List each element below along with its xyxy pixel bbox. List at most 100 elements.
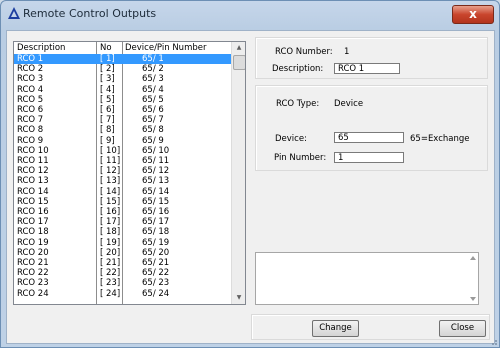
list-item[interactable]: RCO 6 [ 6] 65/ 6	[14, 105, 231, 115]
list-item-device-pin: 65/ 5	[142, 94, 164, 105]
list-item-number: [ 18]	[100, 227, 121, 238]
list-item-number: [ 16]	[100, 207, 121, 217]
list-item[interactable]: RCO 20 [ 20] 65/ 20	[14, 248, 231, 258]
list-item[interactable]: RCO 18 [ 18] 65/ 18	[14, 227, 231, 237]
list-item-description: RCO 7	[17, 115, 44, 126]
list-item[interactable]: RCO 19 [ 19] 65/ 19	[14, 238, 231, 248]
change-button[interactable]: Change	[312, 320, 359, 337]
list-item-description: RCO 9	[17, 135, 44, 146]
list-item-description: RCO 2	[17, 64, 44, 75]
list-item-description: RCO 8	[17, 125, 44, 136]
list-scrollbar[interactable]: ▲ ▼	[231, 42, 245, 304]
list-item-device-pin: 65/ 20	[142, 247, 170, 258]
column-header-description[interactable]: Description	[17, 43, 65, 53]
list-item-number: [ 21]	[100, 258, 121, 268]
list-item[interactable]: RCO 4 [ 4] 65/ 4	[14, 85, 231, 95]
list-item-description: RCO 18	[17, 227, 49, 238]
list-item-number: [ 15]	[100, 196, 121, 207]
list-item-device-pin: 65/ 21	[142, 258, 170, 268]
list-item-description: RCO 11	[17, 156, 49, 166]
list-item[interactable]: RCO 8 [ 8] 65/ 8	[14, 125, 231, 135]
scroll-up-arrow-icon[interactable]: ▲	[232, 42, 245, 54]
list-item-device-pin: 65/ 16	[142, 207, 170, 217]
list-item-device-pin: 65/ 2	[142, 64, 164, 75]
close-icon: x	[469, 7, 477, 21]
list-item-description: RCO 21	[17, 258, 49, 268]
list-item-number: [ 24]	[100, 288, 121, 299]
list-item-device-pin: 65/ 3	[142, 74, 164, 85]
resize-grip-icon[interactable]	[488, 336, 498, 346]
list-item-device-pin: 65/ 1	[142, 54, 164, 64]
list-item-description: RCO 16	[17, 207, 49, 217]
list-item-description: RCO 10	[17, 145, 49, 156]
list-item-description: RCO 12	[17, 166, 49, 177]
rco-type-value: Device	[334, 99, 364, 109]
list-item[interactable]: RCO 13 [ 13] 65/ 13	[14, 176, 231, 186]
list-item[interactable]: RCO 17 [ 17] 65/ 17	[14, 217, 231, 227]
list-item-description: RCO 5	[17, 94, 44, 105]
list-item[interactable]: RCO 2 [ 2] 65/ 2	[14, 64, 231, 74]
list-item-description: RCO 15	[17, 196, 49, 207]
device-field[interactable]: 65	[334, 132, 404, 143]
list-item[interactable]: RCO 5 [ 5] 65/ 5	[14, 95, 231, 105]
list-item-description: RCO 23	[17, 278, 49, 289]
list-item-description: RCO 1	[17, 54, 44, 64]
column-header-device-pin[interactable]: Device/Pin Number	[125, 43, 206, 53]
dialog-client-area: Description No Device/Pin Number RCO 1 [ …	[6, 30, 495, 344]
list-item-number: [ 4]	[100, 84, 115, 95]
window-close-button[interactable]: x	[452, 5, 494, 24]
list-item[interactable]: RCO 10 [ 10] 65/ 10	[14, 146, 231, 156]
title-bar[interactable]: Remote Control Outputs x	[1, 1, 499, 27]
scroll-thumb[interactable]	[233, 55, 245, 70]
close-button[interactable]: Close	[439, 320, 486, 337]
list-item[interactable]: RCO 23 [ 23] 65/ 23	[14, 278, 231, 288]
list-item-device-pin: 65/ 23	[142, 278, 170, 289]
list-item[interactable]: RCO 22 [ 22] 65/ 22	[14, 268, 231, 278]
list-item-number: [ 1]	[100, 54, 115, 64]
list-item-number: [ 10]	[100, 145, 121, 156]
list-item-device-pin: 65/ 15	[142, 196, 170, 207]
pin-number-field[interactable]: 1	[334, 152, 404, 163]
list-item[interactable]: RCO 21 [ 21] 65/ 21	[14, 258, 231, 268]
list-item-number: [ 13]	[100, 176, 121, 187]
list-item-device-pin: 65/ 19	[142, 237, 170, 248]
list-item[interactable]: RCO 1 [ 1] 65/ 1	[14, 54, 231, 64]
triangle-logo-icon	[8, 7, 20, 19]
list-item[interactable]: RCO 7 [ 7] 65/ 7	[14, 115, 231, 125]
notes-memo[interactable]	[255, 252, 479, 305]
list-item-device-pin: 65/ 13	[142, 176, 170, 187]
list-item-number: [ 11]	[100, 156, 121, 166]
list-item-description: RCO 4	[17, 84, 44, 95]
list-item-number: [ 2]	[100, 64, 115, 75]
list-item[interactable]: RCO 11 [ 11] 65/ 11	[14, 156, 231, 166]
list-item-description: RCO 17	[17, 217, 49, 228]
list-item-number: [ 6]	[100, 105, 115, 115]
list-item-device-pin: 65/ 10	[142, 145, 170, 156]
list-item-description: RCO 6	[17, 105, 44, 115]
list-item[interactable]: RCO 9 [ 9] 65/ 9	[14, 136, 231, 146]
device-hint: 65=Exchange	[410, 134, 470, 144]
list-item[interactable]: RCO 3 [ 3] 65/ 3	[14, 74, 231, 84]
list-item-number: [ 7]	[100, 115, 115, 126]
list-item-number: [ 8]	[100, 125, 115, 136]
rco-list[interactable]: Description No Device/Pin Number RCO 1 [ …	[13, 41, 246, 305]
list-item[interactable]: RCO 16 [ 16] 65/ 16	[14, 207, 231, 217]
list-item-device-pin: 65/ 7	[142, 115, 164, 126]
memo-scrollbar[interactable]	[468, 253, 478, 304]
list-item-description: RCO 19	[17, 237, 49, 248]
list-item[interactable]: RCO 12 [ 12] 65/ 12	[14, 166, 231, 176]
list-item-device-pin: 65/ 12	[142, 166, 170, 177]
scroll-down-arrow-icon[interactable]: ▼	[232, 292, 245, 304]
window-title: Remote Control Outputs	[23, 7, 157, 20]
description-field[interactable]: RCO 1	[334, 63, 400, 74]
list-item-number: [ 20]	[100, 247, 121, 258]
list-item-device-pin: 65/ 18	[142, 227, 170, 238]
list-item-number: [ 23]	[100, 278, 121, 289]
list-item-number: [ 14]	[100, 186, 121, 197]
rco-number-value: 1	[344, 47, 350, 57]
list-item[interactable]: RCO 15 [ 15] 65/ 15	[14, 197, 231, 207]
column-header-no[interactable]: No	[100, 43, 112, 53]
list-item[interactable]: RCO 14 [ 14] 65/ 14	[14, 187, 231, 197]
list-item[interactable]: RCO 24 [ 24] 65/ 24	[14, 289, 231, 299]
list-item-number: [ 5]	[100, 94, 115, 105]
